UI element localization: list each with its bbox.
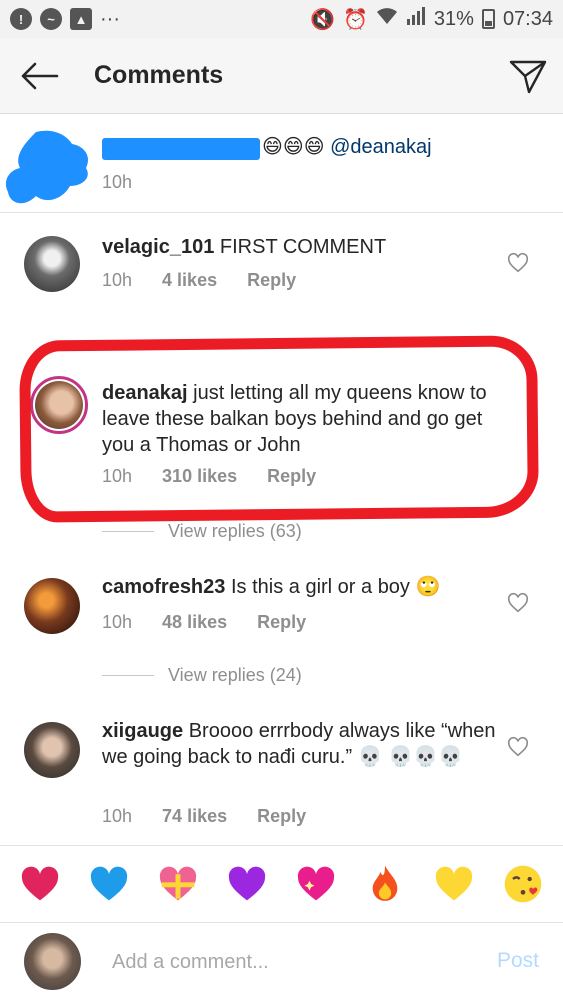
comment-item: xiigauge Broooo errrbody always like “wh… — [0, 700, 563, 840]
blue-heart-emoji-button[interactable] — [87, 862, 131, 906]
purple-heart-emoji-button[interactable] — [225, 862, 269, 906]
comment-username[interactable]: xiigauge — [102, 720, 183, 742]
comment-content: FIRST COMMENT — [219, 236, 387, 258]
status-left: ! ~ ▲ ··· — [10, 8, 120, 31]
view-replies-line — [102, 531, 154, 532]
comment-text: camofresh23 Is this a girl or a boy 🙄 — [102, 574, 501, 600]
back-button[interactable] — [0, 38, 78, 114]
comment-likes[interactable]: 4 likes — [162, 270, 217, 291]
heart-with-ribbon-icon — [160, 866, 197, 901]
share-button[interactable] — [493, 38, 563, 114]
view-replies-button[interactable]: View replies (63) — [102, 521, 302, 542]
signal-icon — [406, 7, 426, 31]
post-caption: 😄😄😄 @deanakaj 10h — [0, 114, 563, 212]
face-blowing-kiss-emoji-button[interactable] — [501, 862, 545, 906]
purple-heart-icon — [228, 866, 266, 901]
like-heart-icon[interactable] — [507, 592, 529, 614]
blue-heart-icon — [91, 866, 128, 901]
comment-meta: 10h 4 likes Reply — [102, 270, 326, 291]
redacted-username-bar — [102, 138, 260, 160]
comment-likes[interactable]: 74 likes — [162, 806, 227, 827]
comment-likes[interactable]: 48 likes — [162, 612, 227, 633]
caption-emojis: 😄😄😄 — [262, 136, 325, 158]
more-notifications: ··· — [100, 7, 120, 30]
sparkling-heart-icon — [297, 866, 335, 901]
caption-text: 😄😄😄 @deanakaj — [262, 134, 432, 160]
emoji-reaction-bar — [0, 845, 563, 923]
current-user-avatar — [24, 933, 81, 990]
comment-time: 10h — [102, 270, 133, 290]
like-heart-icon[interactable] — [507, 252, 529, 274]
alarm-icon: ⏰ — [343, 8, 368, 31]
avatar[interactable] — [24, 722, 80, 778]
yellow-heart-icon — [435, 866, 472, 901]
view-replies-label: View replies (24) — [168, 665, 302, 685]
send-icon — [509, 60, 547, 93]
like-heart-icon[interactable] — [507, 736, 529, 758]
comment-text: velagic_101 FIRST COMMENT — [102, 234, 501, 260]
clock: 07:34 — [502, 7, 553, 30]
battery-percent: 31% — [433, 7, 474, 30]
fire-emoji-button[interactable] — [363, 862, 407, 906]
comment-item: velagic_101 FIRST COMMENT 10h 4 likes Re… — [0, 212, 563, 322]
caption-time: 10h — [102, 172, 133, 192]
heart-with-ribbon-emoji-button[interactable] — [156, 862, 200, 906]
mute-icon: 🔇 — [310, 8, 335, 31]
status-bar: ! ~ ▲ ··· 🔇 ⏰ 31% 07:34 — [0, 0, 563, 38]
comment-content: Is this a girl or a boy 🙄 — [230, 576, 441, 598]
gallery-icon: ▲ — [70, 8, 92, 30]
fire-icon — [372, 865, 398, 901]
red-heart-icon — [22, 866, 59, 901]
view-replies-line — [102, 675, 154, 676]
reply-button[interactable]: Reply — [247, 270, 296, 291]
back-arrow-icon — [21, 62, 59, 89]
comment-item: camofresh23 Is this a girl or a boy 🙄 10… — [0, 556, 563, 656]
comment-meta: 10h 74 likes Reply — [102, 806, 336, 827]
avatar[interactable] — [24, 236, 80, 292]
reply-button[interactable]: Reply — [257, 612, 306, 633]
redaction-scribble — [5, 130, 89, 204]
view-replies-button[interactable]: View replies (24) — [102, 665, 302, 686]
messenger-icon: ~ — [40, 8, 62, 30]
comment-text: xiigauge Broooo errrbody always like “wh… — [102, 718, 501, 770]
yellow-heart-emoji-button[interactable] — [432, 862, 476, 906]
view-replies-label: View replies (63) — [168, 521, 302, 541]
face-blowing-kiss-icon — [504, 865, 541, 903]
comments-header: Comments — [0, 38, 563, 114]
status-right: 🔇 ⏰ 31% 07:34 — [310, 7, 553, 32]
comment-username[interactable]: camofresh23 — [102, 576, 225, 598]
reply-button[interactable]: Reply — [257, 806, 306, 827]
comment-meta: 10h 48 likes Reply — [102, 612, 336, 633]
comment-username[interactable]: velagic_101 — [102, 236, 214, 258]
red-heart-emoji-button[interactable] — [18, 862, 62, 906]
red-highlight-annotation — [19, 335, 539, 523]
page-title: Comments — [94, 61, 224, 89]
comment-time: 10h — [102, 612, 133, 632]
battery-icon — [481, 9, 495, 29]
comment-input[interactable] — [112, 945, 472, 979]
notification-alert-icon: ! — [10, 8, 32, 30]
sparkling-heart-emoji-button[interactable] — [294, 862, 338, 906]
avatar[interactable] — [24, 578, 80, 634]
comment-time: 10h — [102, 806, 133, 826]
wifi-icon — [376, 7, 398, 31]
add-comment-bar: Post — [0, 923, 563, 1000]
caption-mention[interactable]: @deanakaj — [330, 136, 431, 158]
post-button[interactable]: Post — [497, 949, 539, 973]
